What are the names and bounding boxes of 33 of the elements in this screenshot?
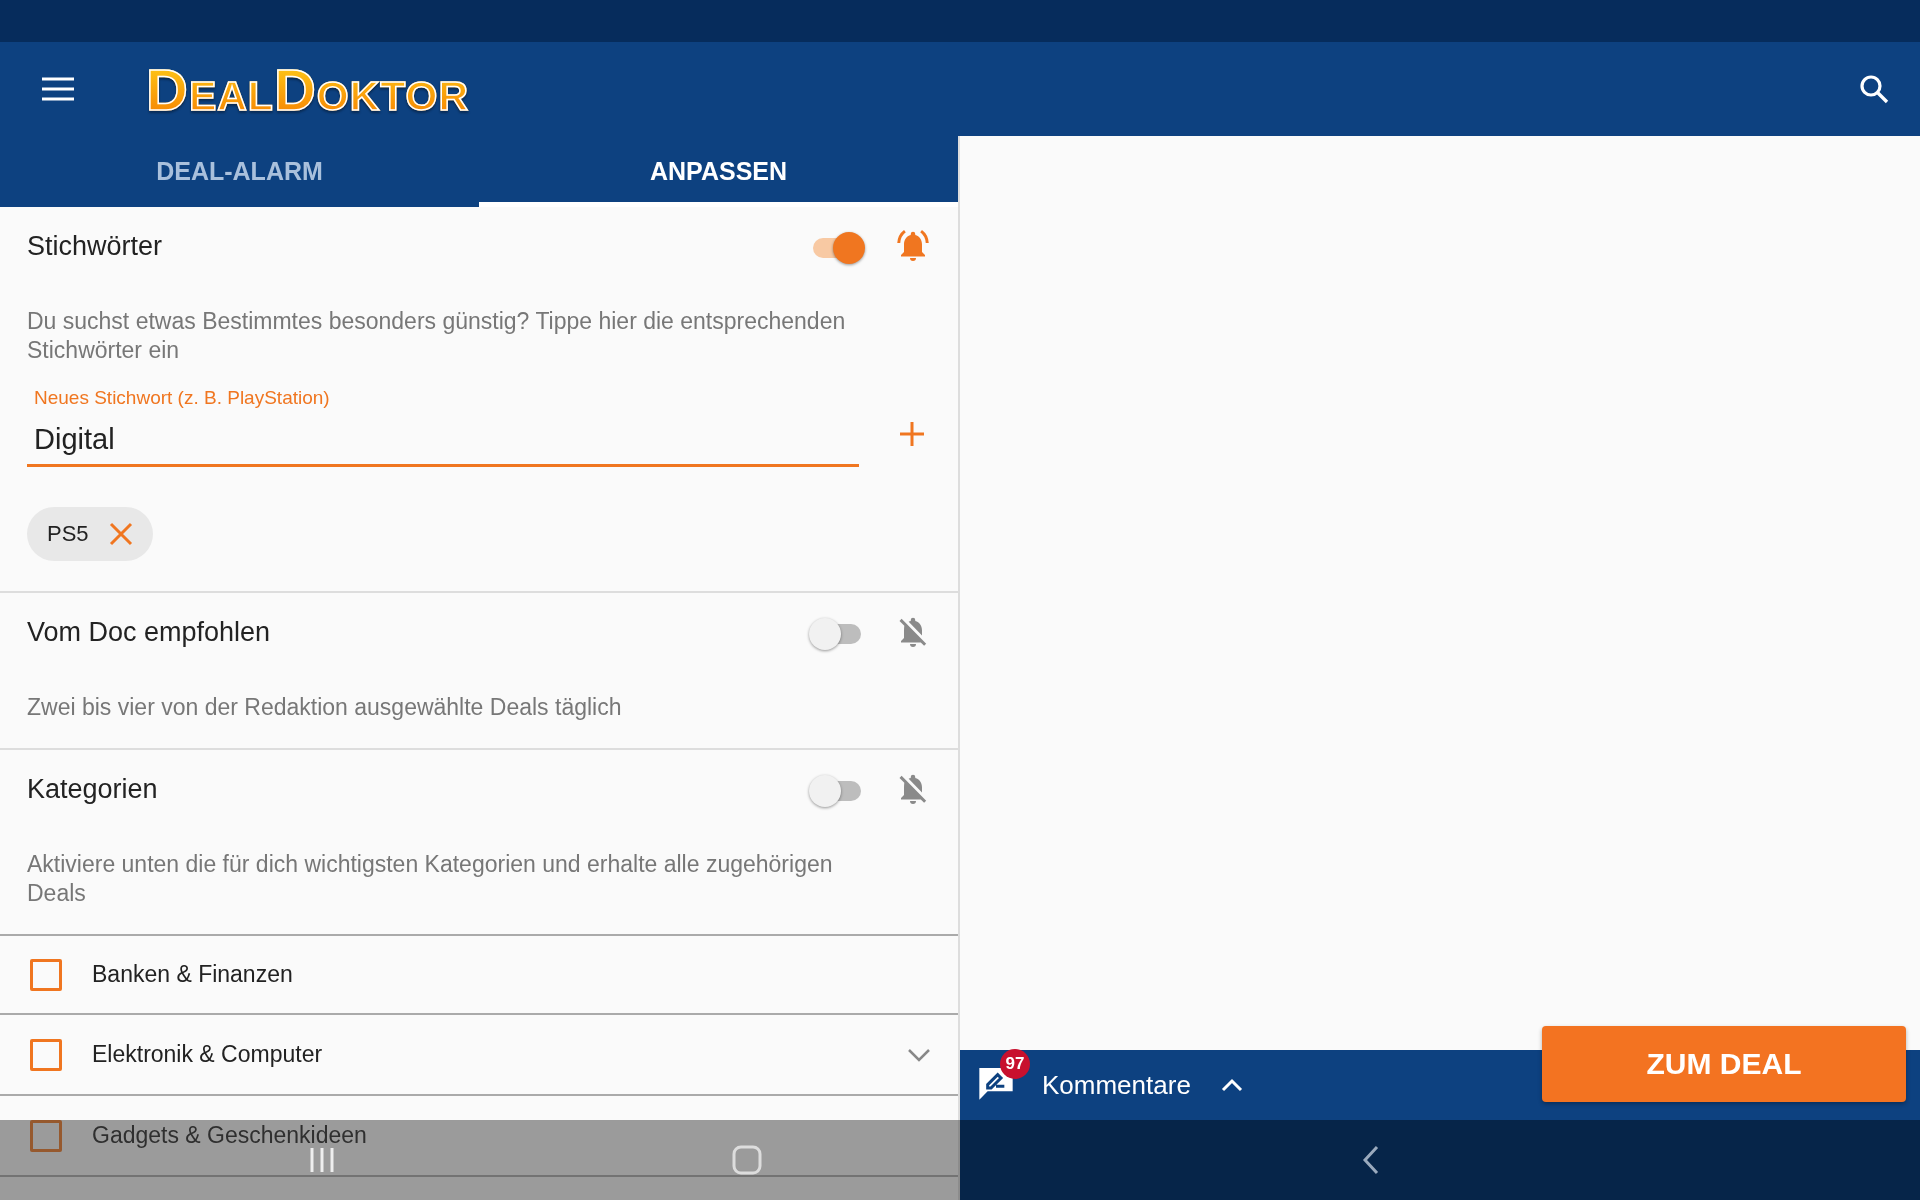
- keyword-chip[interactable]: PS5: [27, 507, 153, 561]
- menu-button[interactable]: [40, 76, 76, 102]
- home-icon[interactable]: [732, 1145, 762, 1175]
- category-label: Elektronik & Computer: [92, 1041, 324, 1068]
- search-icon: [1858, 73, 1890, 105]
- section-title: Vom Doc empfohlen: [27, 616, 272, 648]
- category-label: Gadgets & Geschenkideen: [92, 1122, 368, 1149]
- add-button[interactable]: [899, 421, 925, 447]
- count-badge: 97: [1000, 1049, 1030, 1079]
- keyword-field[interactable]: Digital: [27, 409, 859, 467]
- checkbox[interactable]: [30, 958, 62, 991]
- section-description: Du suchst etwas Bestimmtes besonders günstig? Tippe hier die entsprechenden Stichwörter ein: [27, 307, 847, 365]
- section-description: Zwei bis vier von der Redaktion ausgewählte Deals täglich: [27, 693, 623, 722]
- remove-button[interactable]: [108, 522, 133, 546]
- field-label: Neues Stichwort (z. B. PlayStation): [33, 387, 331, 409]
- tab[interactable]: ANPASSEN: [479, 136, 958, 207]
- tab[interactable]: DEAL-ALARM: [0, 136, 479, 207]
- section-description: Aktiviere unten die für dich wichtigsten Kategorien und erhalte alle zugehörigen Deals: [27, 850, 834, 908]
- section-title: Kategorien: [27, 773, 159, 805]
- back-icon[interactable]: [1362, 1145, 1380, 1175]
- search-button[interactable]: [1858, 73, 1890, 105]
- bell-icon: [895, 228, 931, 264]
- chevron-down-icon: [907, 1047, 931, 1062]
- menu-icon: [40, 76, 76, 102]
- comments-label: Kommentare: [1042, 1069, 1191, 1101]
- section-title: Stichwörter: [27, 230, 164, 262]
- checkbox[interactable]: [30, 1038, 62, 1071]
- chevron-up-icon: [1220, 1078, 1243, 1092]
- close-icon: [108, 522, 133, 546]
- recent-apps-icon[interactable]: [308, 1146, 336, 1174]
- plus-icon: [899, 421, 925, 447]
- category-label: Banken & Finanzen: [92, 961, 294, 988]
- checkbox[interactable]: [30, 1119, 62, 1152]
